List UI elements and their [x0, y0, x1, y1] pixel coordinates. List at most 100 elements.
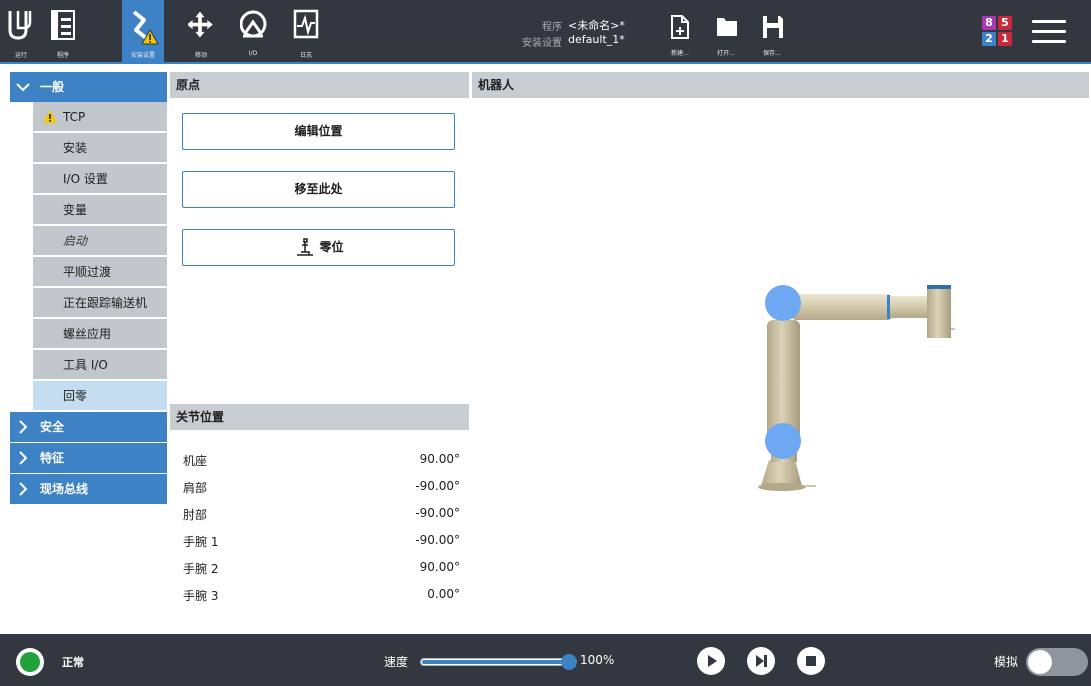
installation-label: 安装设置: [522, 38, 562, 49]
tree-item-conveyor-tracking[interactable]: 正在跟踪输送机: [33, 288, 167, 318]
simulation-toggle[interactable]: [1026, 648, 1088, 676]
nav-move-button[interactable]: 移动: [180, 0, 222, 64]
joint-row-shoulder: 肩部 -90.00°: [183, 479, 460, 499]
speed-slider[interactable]: [420, 658, 570, 666]
counter-bottom-right: 1: [998, 32, 1012, 46]
speed-slider-fill: [422, 660, 568, 664]
step-button[interactable]: [747, 647, 775, 675]
installation-warning-icon: [132, 10, 159, 45]
nav-program-button[interactable]: 程序: [42, 0, 84, 64]
new-file-button[interactable]: 新建...: [660, 0, 700, 64]
tree-item-variables[interactable]: 变量: [33, 195, 167, 225]
menu-button[interactable]: [1032, 18, 1066, 46]
tree-section-general[interactable]: 一般: [10, 72, 167, 102]
speed-label: 速度: [384, 655, 409, 669]
joint-row-base: 机座 90.00°: [183, 452, 460, 472]
tree-item-tcp[interactable]: TCP: [33, 102, 167, 132]
tree-item-label: 平顺过渡: [63, 265, 112, 279]
home-panel-title: 原点: [170, 72, 469, 98]
tree-section-fieldbus[interactable]: 现场总线: [10, 474, 167, 504]
save-file-button[interactable]: 保存...: [752, 0, 792, 64]
nav-move-label: 移动: [194, 52, 207, 59]
joint-name: 手腕 2: [183, 562, 219, 576]
joint-value: 90.00°: [419, 452, 460, 466]
io-icon: [240, 10, 267, 38]
tree-section-label: 安全: [40, 420, 65, 434]
tree-item-mounting[interactable]: 安装: [33, 133, 167, 163]
counter-top-left: 8: [982, 16, 996, 30]
zero-position-icon: [297, 237, 314, 256]
open-file-button[interactable]: 打开...: [706, 0, 746, 64]
joint-name: 肩部: [183, 481, 208, 495]
nav-run-button[interactable]: 运行: [0, 0, 42, 64]
tree-item-label: TCP: [63, 110, 86, 124]
tree-section-label: 现场总线: [40, 482, 89, 496]
simulation-toggle-knob: [1028, 650, 1052, 674]
open-folder-icon: [717, 18, 737, 36]
joint-name: 手腕 1: [183, 535, 219, 549]
joint-row-elbow: 肘部 -90.00°: [183, 506, 460, 526]
nav-log-button[interactable]: 日志: [285, 0, 327, 64]
joint-value: 90.00°: [419, 560, 460, 574]
tree-item-label: 螺丝应用: [63, 327, 112, 341]
nav-io-label: I/O: [248, 50, 258, 57]
ur-logo-icon: [8, 11, 32, 40]
speed-value: 100%: [580, 653, 615, 667]
status-counter[interactable]: 8 5 2 1: [982, 16, 1012, 46]
nav-installation-button[interactable]: 安装设置: [122, 0, 164, 64]
joint-name: 手腕 3: [183, 589, 219, 603]
nav-installation-label: 安装设置: [130, 52, 155, 59]
tree-item-label: 启动: [63, 234, 88, 248]
robot-panel-title: 机器人: [472, 72, 1089, 98]
tree-item-label: 正在跟踪输送机: [63, 296, 148, 310]
joint-panel-title: 关节位置: [170, 404, 469, 430]
simulation-label: 模拟: [994, 655, 1019, 669]
new-file-icon: [671, 15, 689, 39]
nav-io-button[interactable]: I/O: [232, 0, 274, 64]
nav-log-label: 日志: [299, 52, 312, 59]
tree-section-label: 一般: [40, 80, 65, 94]
tree-item-label: 变量: [63, 203, 88, 217]
nav-program-label: 程序: [56, 52, 69, 59]
play-icon: [708, 655, 717, 667]
chevron-right-icon: [19, 482, 28, 496]
move-here-button[interactable]: 移至此处: [182, 171, 455, 208]
tree-item-label: I/O 设置: [63, 172, 108, 186]
new-file-label: 新建...: [671, 50, 689, 57]
edit-position-button[interactable]: 编辑位置: [182, 113, 455, 150]
bottom-bar: 正常 速度 100% 模拟: [0, 634, 1091, 686]
play-button[interactable]: [697, 647, 725, 675]
tree-item-label: 安装: [63, 141, 88, 155]
tree-item-tool-io[interactable]: 工具 I/O: [33, 350, 167, 380]
save-file-label: 保存...: [763, 50, 781, 57]
joint-row-wrist-3: 手腕 3 0.00°: [183, 587, 460, 607]
stop-button[interactable]: [797, 647, 825, 675]
open-file-label: 打开...: [717, 50, 735, 57]
tree-item-startup[interactable]: 启动: [33, 226, 167, 256]
tree-item-smooth-transition[interactable]: 平顺过渡: [33, 257, 167, 287]
program-name: <未命名>*: [568, 19, 625, 32]
zero-position-button[interactable]: 零位: [182, 229, 455, 266]
robot-arm-illustration: [758, 285, 955, 491]
tree-section-label: 特征: [40, 451, 65, 465]
tree-item-io-setup[interactable]: I/O 设置: [33, 164, 167, 194]
installation-tree: 一般 TCP 安装 I/O 设置 变量 启动 平顺过渡 正在跟踪输送机 螺丝应用: [10, 72, 167, 632]
tree-section-features[interactable]: 特征: [10, 443, 167, 473]
warning-icon: [43, 110, 57, 123]
hamburger-icon: [1032, 20, 1066, 23]
tree-item-home[interactable]: 回零: [33, 381, 167, 411]
joint-value: -90.00°: [415, 479, 460, 493]
counter-top-right: 5: [998, 16, 1012, 30]
power-status-button[interactable]: [16, 648, 44, 676]
joint-row-wrist-1: 手腕 1 -90.00°: [183, 533, 460, 553]
chevron-right-icon: [19, 451, 28, 465]
stop-icon: [806, 656, 816, 666]
polyscope-app: 运行 程序 安装设置 移动 I/O 日志 程序 <未命名>* 安装设置 defa…: [0, 0, 1091, 686]
chevron-right-icon: [19, 420, 28, 434]
speed-slider-handle[interactable]: [561, 654, 577, 670]
tree-section-safety[interactable]: 安全: [10, 412, 167, 442]
robot-3d-view[interactable]: [472, 98, 1089, 632]
counter-bottom-left: 2: [982, 32, 996, 46]
save-icon: [763, 16, 783, 38]
tree-item-screwdriving[interactable]: 螺丝应用: [33, 319, 167, 349]
